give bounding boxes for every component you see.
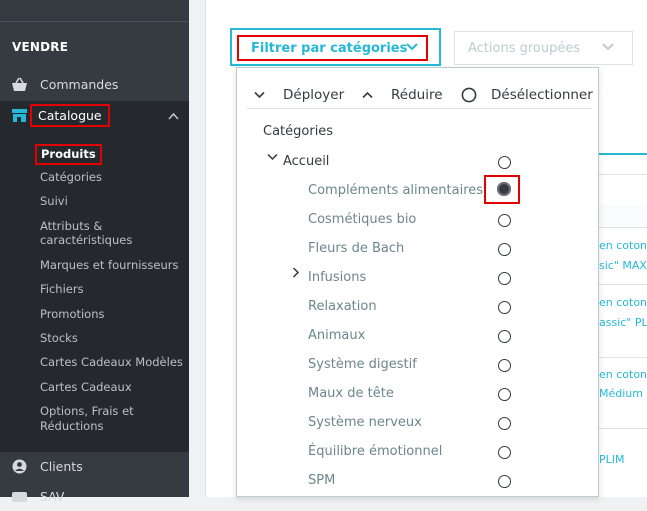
- sidebar-item-clients[interactable]: Clients: [0, 452, 189, 481]
- tree-item-relaxation[interactable]: Relaxation: [237, 293, 598, 322]
- tree-item-label: Infusions: [308, 270, 367, 285]
- tree-item-fleurs-de-bach[interactable]: Fleurs de Bach: [237, 235, 598, 264]
- divider: [599, 174, 647, 175]
- submenu-produits[interactable]: Produits: [35, 144, 102, 165]
- collapse-all-button[interactable]: Réduire: [362, 87, 443, 103]
- category-filter-dropdown: Déployer Réduire Désélectionner Catégori…: [236, 67, 599, 497]
- tree-item-label: Fleurs de Bach: [308, 241, 405, 256]
- sidebar-item-label: Commandes: [40, 77, 119, 92]
- category-radio[interactable]: [498, 214, 511, 227]
- tree-item-infusions[interactable]: Infusions: [237, 264, 598, 293]
- submenu-marques[interactable]: Marques et fournisseurs: [40, 258, 179, 273]
- table-cell[interactable]: en coton: [599, 364, 647, 385]
- submenu-categories[interactable]: Catégories: [40, 170, 102, 185]
- tree-item-label: Compléments alimentaires: [308, 183, 484, 198]
- store-icon: [12, 109, 27, 122]
- collapse-all-label: Réduire: [391, 87, 443, 103]
- chevron-up-icon: [362, 91, 373, 99]
- shopping-basket-icon: [12, 77, 27, 91]
- submenu-promotions[interactable]: Promotions: [40, 307, 105, 322]
- divider: [599, 227, 647, 228]
- chevron-down-icon: [254, 91, 265, 99]
- table-cell[interactable]: sic" MAX-: [599, 255, 647, 276]
- divider: [599, 284, 647, 285]
- submenu-attributs[interactable]: Attributs &: [40, 219, 102, 234]
- sidebar: VENDRE Commandes Catalogue Produits Caté…: [0, 0, 189, 504]
- tree-item-animaux[interactable]: Animaux: [237, 322, 598, 351]
- sidebar-item-commandes[interactable]: Commandes: [0, 70, 189, 99]
- filter-categories-label: Filtrer par catégories: [251, 40, 408, 56]
- sidebar-item-catalogue[interactable]: Catalogue: [0, 101, 189, 130]
- tree-item-cosmetiques[interactable]: Cosmétiques bio: [237, 206, 598, 235]
- category-radio-selected[interactable]: [497, 182, 511, 196]
- user-icon: [12, 459, 27, 474]
- category-radio[interactable]: [498, 446, 511, 459]
- category-radio[interactable]: [498, 388, 511, 401]
- bulk-actions-button[interactable]: Actions groupées: [454, 31, 633, 65]
- category-radio[interactable]: [498, 243, 511, 256]
- chevron-right-icon[interactable]: [292, 267, 302, 278]
- tree-actions-bar: Déployer Réduire Désélectionner: [247, 76, 593, 109]
- submenu-stocks[interactable]: Stocks: [40, 331, 78, 346]
- category-radio[interactable]: [498, 330, 511, 343]
- table-filter-row: [599, 205, 647, 227]
- submenu-options-line2[interactable]: Réductions: [40, 419, 103, 434]
- sidebar-item-label: Clients: [40, 459, 83, 474]
- divider: [599, 428, 647, 429]
- expand-all-button[interactable]: Déployer: [254, 87, 344, 103]
- table-cell[interactable]: en coton: [599, 292, 647, 313]
- divider: [0, 21, 189, 22]
- deselect-label: Désélectionner: [491, 87, 593, 103]
- tree-item-systeme-digestif[interactable]: Système digestif: [237, 351, 598, 380]
- tree-item-complements[interactable]: Compléments alimentaires: [237, 177, 598, 206]
- tree-item-label: Relaxation: [308, 299, 377, 314]
- category-radio[interactable]: [498, 272, 511, 285]
- catalogue-submenu: Produits Catégories Suivi Attributs & ca…: [0, 130, 189, 452]
- divider: [599, 357, 647, 358]
- table-cell[interactable]: Médium -: [599, 383, 647, 404]
- tree-item-equilibre-emotionnel[interactable]: Équilibre émotionnel: [237, 438, 598, 467]
- bulk-actions-label: Actions groupées: [468, 40, 581, 56]
- filter-categories-button[interactable]: Filtrer par catégories: [237, 35, 428, 61]
- categories-heading: Catégories: [263, 124, 334, 139]
- submenu-cartes-modeles[interactable]: Cartes Cadeaux Modèles: [40, 355, 183, 370]
- tree-item-systeme-nerveux[interactable]: Système nerveux: [237, 409, 598, 438]
- submenu-options[interactable]: Options, Frais et: [40, 404, 134, 419]
- table-cell[interactable]: en coton: [599, 235, 647, 256]
- chevron-down-icon: [406, 40, 418, 54]
- tree-item-label: Système nerveux: [308, 415, 422, 430]
- submenu-attributs-line2[interactable]: caractéristiques: [40, 233, 132, 248]
- sidebar-item-label: Catalogue: [30, 104, 110, 127]
- category-radio[interactable]: [498, 301, 511, 314]
- tree-item-maux-de-tete[interactable]: Maux de tête: [237, 380, 598, 409]
- tree-item-label: Maux de tête: [308, 386, 394, 401]
- submenu-suivi[interactable]: Suivi: [40, 194, 68, 209]
- tree-item-label: Cosmétiques bio: [308, 212, 417, 227]
- submenu-cartes[interactable]: Cartes Cadeaux: [40, 380, 132, 395]
- chevron-down-icon[interactable]: [267, 151, 278, 161]
- expand-all-label: Déployer: [283, 87, 345, 103]
- tree-item-label: Équilibre émotionnel: [308, 444, 443, 459]
- table-header-underline: [599, 153, 647, 155]
- category-radio[interactable]: [498, 156, 511, 169]
- tree-item-label: SPM: [308, 473, 336, 488]
- tree-item-accueil[interactable]: Accueil: [237, 148, 598, 177]
- tree-item-label: Accueil: [283, 154, 330, 169]
- section-title: VENDRE: [12, 40, 69, 54]
- category-radio[interactable]: [498, 359, 511, 372]
- category-radio[interactable]: [498, 417, 511, 430]
- tree-item-spm[interactable]: SPM: [237, 467, 598, 496]
- deselect-button[interactable]: Désélectionner: [461, 87, 593, 103]
- table-cell[interactable]: assic" PL: [599, 312, 647, 333]
- tree-item-label: Système digestif: [308, 357, 417, 372]
- category-radio[interactable]: [498, 475, 511, 488]
- radio-empty-icon: [461, 87, 477, 103]
- tree-item-label: Animaux: [308, 328, 366, 343]
- submenu-fichiers[interactable]: Fichiers: [40, 282, 84, 297]
- chevron-up-icon[interactable]: [168, 110, 179, 123]
- table-cell[interactable]: PLIM: [599, 449, 647, 470]
- chevron-down-icon: [602, 40, 614, 54]
